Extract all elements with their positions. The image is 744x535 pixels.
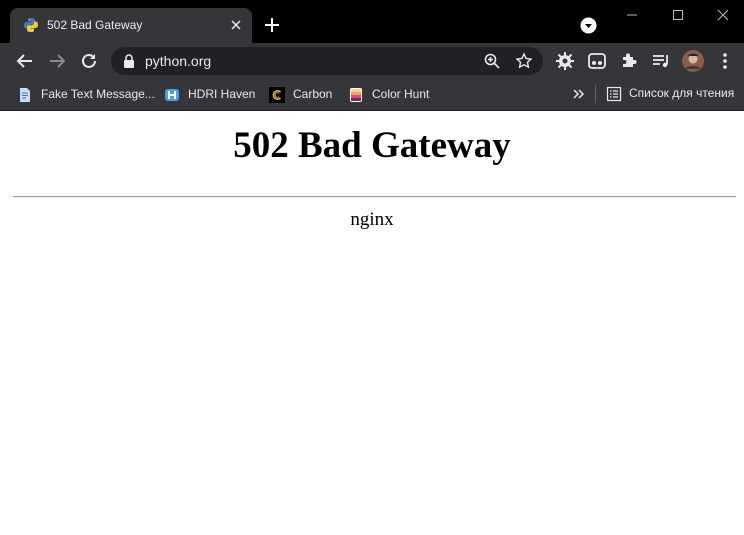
reading-list-label: Список для чтения	[629, 86, 735, 100]
page-title: 502 Bad Gateway	[233, 125, 511, 166]
hdri-haven-icon	[165, 89, 179, 101]
python-logo-icon	[24, 18, 38, 32]
extensions-puzzle-icon[interactable]	[619, 51, 639, 71]
url-text[interactable]: python.org	[145, 53, 211, 69]
document-icon	[20, 88, 30, 102]
tab-strip: 502 Bad Gateway	[0, 0, 744, 43]
bookmark-label: HDRI Haven	[188, 87, 256, 101]
bookmark-label: Fake Text Message...	[41, 87, 155, 101]
lock-icon[interactable]	[123, 54, 135, 68]
extension-gear-icon[interactable]	[555, 51, 575, 71]
bookmark-label: Carbon	[293, 87, 333, 101]
server-name: nginx	[350, 209, 394, 230]
address-bar[interactable]: python.org	[111, 47, 543, 75]
divider	[13, 196, 736, 198]
browser-tab[interactable]: 502 Bad Gateway	[10, 8, 252, 43]
back-icon[interactable]	[15, 51, 35, 71]
carbon-icon	[269, 87, 285, 103]
reload-icon[interactable]	[79, 51, 99, 71]
avatar[interactable]	[682, 50, 704, 72]
zoom-icon[interactable]	[483, 52, 501, 70]
media-queue-icon[interactable]	[651, 51, 671, 71]
reading-list-icon	[606, 86, 622, 102]
page-content: 502 Bad Gateway nginx	[0, 111, 744, 535]
new-tab-icon[interactable]	[263, 16, 281, 34]
more-bookmarks-icon[interactable]	[570, 85, 588, 103]
tab-search-icon[interactable]	[580, 17, 597, 34]
extension-cassette-icon[interactable]	[587, 51, 607, 71]
browser-toolbar: python.org	[0, 43, 744, 79]
color-hunt-icon	[350, 88, 362, 102]
menu-kebab-icon[interactable]	[715, 51, 735, 71]
bookmark-label: Color Hunt	[372, 87, 430, 101]
window-close-icon[interactable]	[700, 4, 744, 26]
minimize-icon[interactable]	[608, 4, 654, 26]
bookmarks-divider	[595, 85, 596, 103]
bookmark-star-icon[interactable]	[515, 52, 533, 70]
maximize-icon[interactable]	[655, 4, 701, 26]
tab-title: 502 Bad Gateway	[47, 18, 143, 32]
forward-icon[interactable]	[47, 51, 67, 71]
close-tab-icon[interactable]	[228, 17, 244, 33]
